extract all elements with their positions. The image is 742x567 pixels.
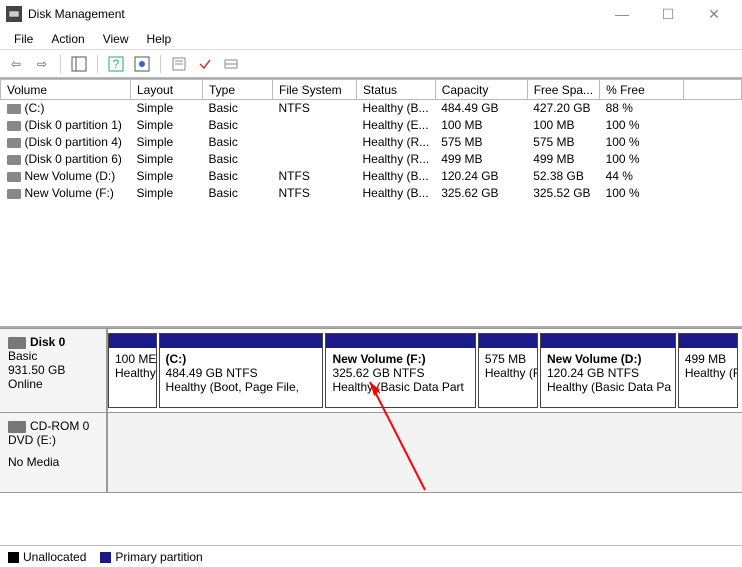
col-header[interactable]: % Free <box>600 80 684 100</box>
menu-help[interactable]: Help <box>139 30 180 48</box>
minimize-button[interactable]: — <box>608 6 636 23</box>
partition-map: 100 MEHealthy(C:)484.49 GB NTFSHealthy (… <box>108 329 742 412</box>
partition-size: 120.24 GB NTFS <box>547 366 669 380</box>
cdrom-icon <box>8 421 26 433</box>
toolbar: ⇦ ⇨ ? <box>0 50 742 78</box>
partition-title: New Volume (D:) <box>547 352 669 366</box>
cdrom-row[interactable]: CD-ROM 0 DVD (E:) No Media <box>0 413 742 493</box>
legend: Unallocated Primary partition <box>0 545 742 567</box>
svg-text:?: ? <box>113 57 120 71</box>
legend-primary: Primary partition <box>100 550 202 564</box>
partition-title: New Volume (F:) <box>332 352 468 366</box>
partition-size: 499 MB <box>685 352 731 366</box>
maximize-button[interactable]: ☐ <box>654 6 682 23</box>
menubar: File Action View Help <box>0 28 742 50</box>
window-title: Disk Management <box>28 7 608 21</box>
partition[interactable]: New Volume (D:)120.24 GB NTFSHealthy (Ba… <box>540 333 676 408</box>
col-header[interactable]: File System <box>273 80 357 100</box>
col-header[interactable]: Free Spa... <box>527 80 599 100</box>
volume-list[interactable]: VolumeLayoutTypeFile SystemStatusCapacit… <box>0 78 742 328</box>
volume-row[interactable]: New Volume (D:)SimpleBasicNTFSHealthy (B… <box>1 168 742 185</box>
partition-status: Healthy (Boot, Page File, <box>166 380 317 394</box>
disk-icon <box>8 337 26 349</box>
disk-0-header[interactable]: Disk 0 Basic 931.50 GB Online <box>0 329 108 412</box>
help-button[interactable]: ? <box>106 54 126 74</box>
settings-button[interactable] <box>169 54 189 74</box>
legend-unallocated: Unallocated <box>8 550 86 564</box>
partition-size: 325.62 GB NTFS <box>332 366 468 380</box>
show-hide-button[interactable] <box>69 54 89 74</box>
partition[interactable]: 499 MBHealthy (R <box>678 333 738 408</box>
partition-status: Healthy <box>115 366 150 380</box>
cdrom-header[interactable]: CD-ROM 0 DVD (E:) No Media <box>0 413 108 492</box>
partition-size: 100 ME <box>115 352 150 366</box>
disk-size: 931.50 GB <box>8 363 98 377</box>
partition-status: Healthy (Basic Data Pa <box>547 380 669 394</box>
volume-row[interactable]: (Disk 0 partition 1)SimpleBasicHealthy (… <box>1 117 742 134</box>
col-header[interactable]: Status <box>357 80 436 100</box>
titlebar: Disk Management — ☐ ✕ <box>0 0 742 28</box>
disk-state: Online <box>8 377 98 391</box>
cdrom-body <box>108 413 742 492</box>
partition[interactable]: New Volume (F:)325.62 GB NTFSHealthy (Ba… <box>325 333 475 408</box>
action-button[interactable] <box>195 54 215 74</box>
partition[interactable]: 575 MBHealthy (R <box>478 333 538 408</box>
col-header[interactable]: Capacity <box>435 80 527 100</box>
refresh-button[interactable] <box>132 54 152 74</box>
partition-size: 484.49 GB NTFS <box>166 366 317 380</box>
partition-color-bar <box>160 334 323 348</box>
list-button[interactable] <box>221 54 241 74</box>
partition-color-bar <box>109 334 156 348</box>
partition[interactable]: 100 MEHealthy <box>108 333 157 408</box>
graphical-view: Disk 0 Basic 931.50 GB Online 100 MEHeal… <box>0 328 742 493</box>
col-header[interactable]: Layout <box>131 80 203 100</box>
volume-row[interactable]: New Volume (F:)SimpleBasicNTFSHealthy (B… <box>1 185 742 202</box>
partition-color-bar <box>326 334 474 348</box>
volume-row[interactable]: (Disk 0 partition 4)SimpleBasicHealthy (… <box>1 134 742 151</box>
disk-type: Basic <box>8 349 98 363</box>
partition-status: Healthy (R <box>485 366 531 380</box>
disk-0-row[interactable]: Disk 0 Basic 931.50 GB Online 100 MEHeal… <box>0 328 742 413</box>
back-button[interactable]: ⇦ <box>6 54 26 74</box>
partition-color-bar <box>479 334 537 348</box>
partition-title: (C:) <box>166 352 317 366</box>
col-header[interactable]: Volume <box>1 80 131 100</box>
volume-row[interactable]: (Disk 0 partition 6)SimpleBasicHealthy (… <box>1 151 742 168</box>
cdrom-name: CD-ROM 0 <box>30 419 89 433</box>
window-controls: — ☐ ✕ <box>608 6 736 23</box>
partition[interactable]: (C:)484.49 GB NTFSHealthy (Boot, Page Fi… <box>159 333 324 408</box>
volume-icon <box>7 138 21 148</box>
col-header[interactable]: Type <box>203 80 273 100</box>
partition-size: 575 MB <box>485 352 531 366</box>
cdrom-state: No Media <box>8 455 98 469</box>
menu-view[interactable]: View <box>95 30 137 48</box>
volume-icon <box>7 155 21 165</box>
volume-icon <box>7 189 21 199</box>
close-button[interactable]: ✕ <box>700 6 728 23</box>
forward-button[interactable]: ⇨ <box>32 54 52 74</box>
partition-status: Healthy (Basic Data Part <box>332 380 468 394</box>
volume-icon <box>7 172 21 182</box>
menu-file[interactable]: File <box>6 30 41 48</box>
volume-row[interactable]: (C:)SimpleBasicNTFSHealthy (B...484.49 G… <box>1 100 742 117</box>
cdrom-sub: DVD (E:) <box>8 433 98 447</box>
menu-action[interactable]: Action <box>43 30 92 48</box>
app-icon <box>6 6 22 22</box>
partition-color-bar <box>541 334 675 348</box>
volume-icon <box>7 121 21 131</box>
partition-color-bar <box>679 334 737 348</box>
partition-status: Healthy (R <box>685 366 731 380</box>
disk-name: Disk 0 <box>30 335 65 349</box>
volume-icon <box>7 104 21 114</box>
